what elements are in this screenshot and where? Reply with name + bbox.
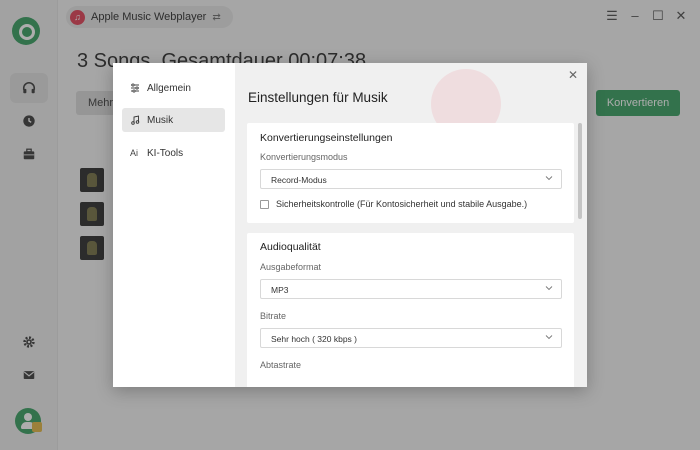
audio-quality-card: Audioqualität Ausgabeformat MP3 Bitrate …: [247, 233, 574, 387]
ai-icon: Ai: [130, 148, 139, 158]
section-heading: Audioqualität: [260, 241, 321, 253]
settings-nav: Allgemein Musik Ai KI-Tools: [113, 63, 235, 387]
output-format-label: Ausgabeformat: [260, 262, 322, 272]
safety-check-row[interactable]: Sicherheitskontrolle (Für Kontosicherhei…: [260, 199, 527, 209]
settings-scrollbar[interactable]: [578, 123, 582, 219]
section-heading: Konvertierungseinstellungen: [260, 132, 393, 144]
nav-item-label: Musik: [147, 114, 174, 126]
safety-check-checkbox[interactable]: [260, 199, 269, 209]
nav-item-ai-tools[interactable]: Ai KI-Tools: [122, 141, 225, 165]
nav-item-music[interactable]: Musik: [122, 108, 225, 132]
select-value: Record-Modus: [271, 175, 327, 185]
bitrate-select[interactable]: Sehr hoch ( 320 kbps ): [260, 328, 562, 348]
chevron-down-icon: [545, 286, 553, 291]
output-format-select[interactable]: MP3: [260, 279, 562, 299]
bitrate-label: Bitrate: [260, 311, 287, 321]
samplerate-label: Abtastrate: [260, 360, 302, 370]
close-icon[interactable]: ✕: [567, 69, 579, 81]
chevron-down-icon: [545, 335, 553, 340]
sliders-icon: [131, 83, 139, 93]
nav-item-general[interactable]: Allgemein: [122, 76, 225, 100]
settings-content: Einstellungen für Musik ✕ Konvertierungs…: [235, 63, 587, 387]
conversion-mode-label: Konvertierungsmodus: [260, 152, 348, 162]
nav-item-label: KI-Tools: [147, 147, 184, 159]
settings-dialog: Allgemein Musik Ai KI-Tools Einstellunge…: [113, 63, 587, 387]
select-value: Sehr hoch ( 320 kbps ): [271, 334, 357, 344]
select-value: MP3: [271, 285, 289, 295]
safety-check-label: Sicherheitskontrolle (Für Kontosicherhei…: [276, 199, 528, 209]
conversion-mode-select[interactable]: Record-Modus: [260, 169, 562, 189]
music-note-icon: [131, 115, 140, 125]
nav-item-label: Allgemein: [147, 82, 191, 94]
dialog-title: Einstellungen für Musik: [248, 90, 388, 105]
chevron-down-icon: [545, 176, 553, 181]
conversion-settings-card: Konvertierungseinstellungen Konvertierun…: [247, 123, 574, 223]
